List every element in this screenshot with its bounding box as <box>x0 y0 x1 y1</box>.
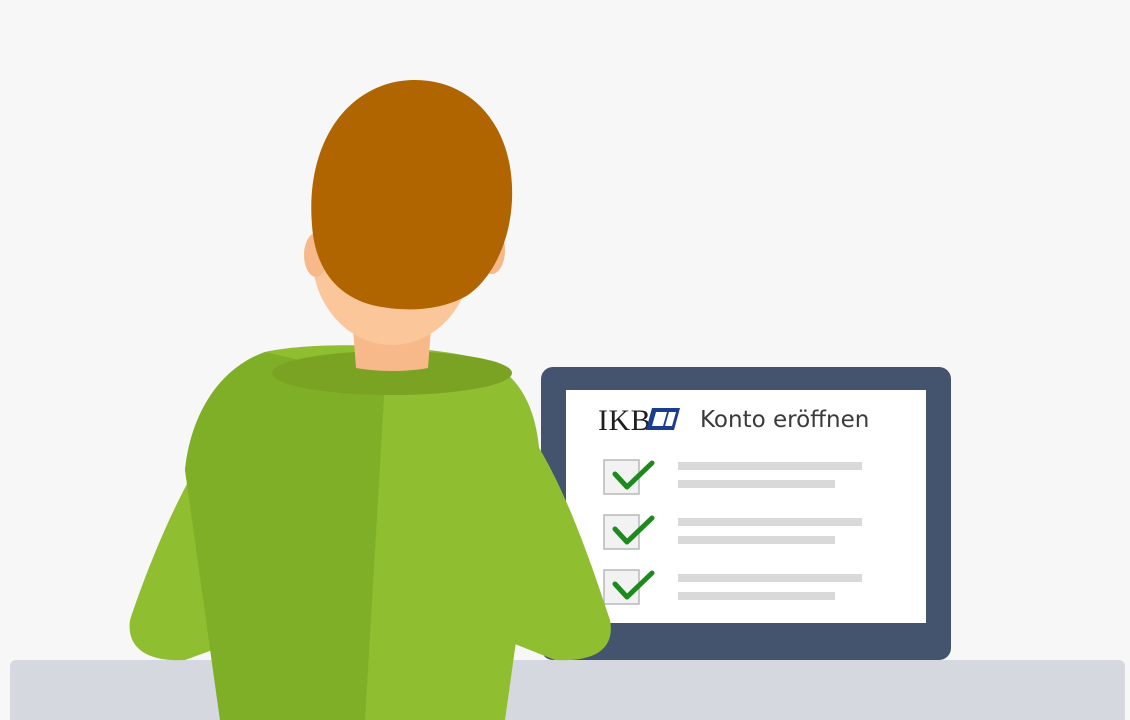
placeholder-line <box>678 536 835 544</box>
placeholder-line <box>678 574 862 582</box>
logo-text: IKB <box>598 404 651 437</box>
placeholder-line <box>678 518 862 526</box>
hair <box>311 79 513 310</box>
checkbox-checked-icon <box>603 569 640 605</box>
checkbox-checked-icon <box>603 514 640 550</box>
illustration-scene: IKB Konto eröffnen <box>0 0 1130 720</box>
screen-title: Konto eröffnen <box>700 407 869 433</box>
placeholder-line <box>678 592 835 600</box>
illustration-svg: IKB Konto eröffnen <box>10 79 1125 720</box>
desk <box>10 660 1125 720</box>
person <box>129 79 611 720</box>
torso-shade <box>185 352 385 720</box>
placeholder-line <box>678 480 835 488</box>
placeholder-line <box>678 462 862 470</box>
checkbox-checked-icon <box>603 459 640 495</box>
